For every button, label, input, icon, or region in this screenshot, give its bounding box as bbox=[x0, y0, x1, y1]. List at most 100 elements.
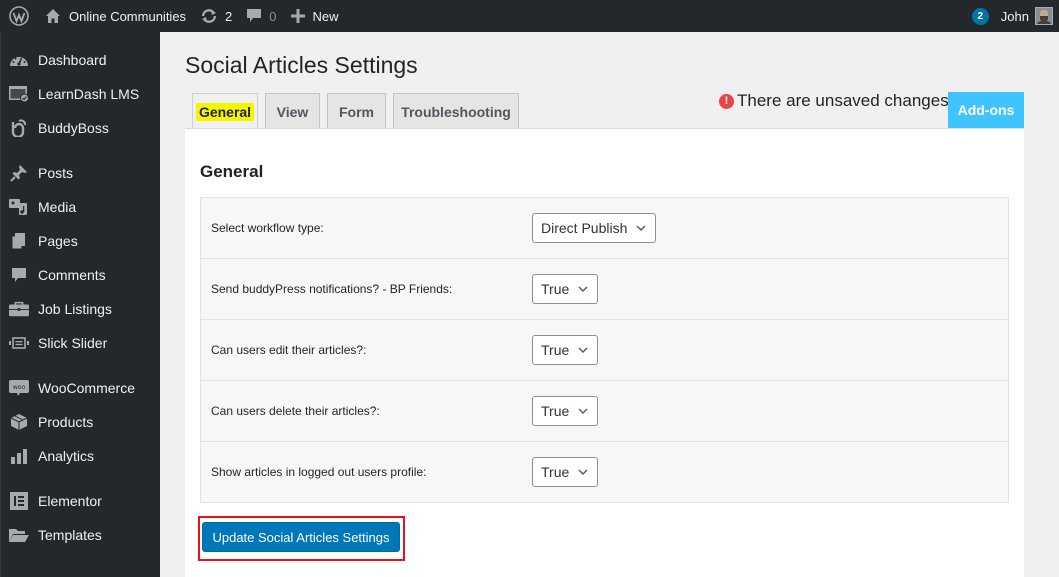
sidebar-item-label: BuddyBoss bbox=[38, 120, 109, 136]
sidebar-item-comments[interactable]: Comments bbox=[1, 258, 161, 292]
user-name[interactable]: John bbox=[1001, 9, 1029, 24]
updates-icon bbox=[200, 8, 218, 24]
wordpress-logo-icon bbox=[9, 6, 29, 26]
comments-count: 0 bbox=[269, 8, 277, 24]
edit-articles-select[interactable]: True bbox=[532, 335, 599, 365]
tab-troubleshooting[interactable]: Troubleshooting bbox=[393, 93, 519, 129]
learndash-icon bbox=[9, 84, 29, 104]
highlight-annotation-box: Update Social Articles Settings bbox=[198, 516, 405, 561]
site-name: Online Communities bbox=[69, 8, 187, 24]
admin-sidebar: Dashboard LearnDash LMS BuddyBoss Posts … bbox=[0, 32, 160, 577]
setting-row-workflow: Select workflow type: Direct Publish bbox=[201, 198, 1008, 258]
new-label: New bbox=[312, 8, 339, 24]
sidebar-item-label: Comments bbox=[38, 267, 106, 283]
tab-general[interactable]: General bbox=[192, 93, 258, 130]
admin-bar: Online Communities 2 0 New 2 John bbox=[0, 0, 1059, 32]
chevron-down-icon bbox=[635, 222, 647, 234]
svg-text:woo: woo bbox=[13, 384, 26, 391]
sidebar-item-media[interactable]: Media bbox=[1, 190, 161, 224]
setting-row-logged-out-profile: Show articles in logged out users profil… bbox=[201, 441, 1008, 502]
sidebar-item-label: Dashboard bbox=[38, 52, 107, 68]
sidebar-item-products[interactable]: Products bbox=[1, 405, 161, 439]
sidebar-item-label: Job Listings bbox=[38, 301, 112, 317]
updates-count: 2 bbox=[225, 8, 233, 24]
sidebar-item-posts[interactable]: Posts bbox=[1, 156, 161, 190]
settings-tabs: General View Form Troubleshooting bbox=[192, 93, 526, 130]
setting-label: Can users delete their articles?: bbox=[211, 404, 380, 418]
chevron-down-icon bbox=[577, 283, 589, 295]
chevron-down-icon bbox=[577, 466, 589, 478]
sidebar-item-learndash-lms[interactable]: LearnDash LMS bbox=[1, 77, 161, 111]
workflow-type-select[interactable]: Direct Publish bbox=[532, 213, 657, 243]
updates-link[interactable]: 2 bbox=[193, 0, 239, 32]
briefcase-icon bbox=[9, 299, 29, 319]
sidebar-item-label: Slick Slider bbox=[38, 335, 108, 351]
sidebar-item-label: LearnDash LMS bbox=[38, 86, 140, 102]
woocommerce-icon: woo bbox=[9, 378, 29, 398]
tab-label: View bbox=[276, 103, 309, 120]
elementor-icon bbox=[9, 491, 29, 511]
delete-articles-select[interactable]: True bbox=[532, 396, 599, 426]
bar-chart-icon bbox=[9, 446, 29, 466]
comments-icon bbox=[9, 265, 29, 285]
slider-icon bbox=[9, 333, 29, 353]
folder-icon bbox=[9, 525, 29, 545]
comments-link[interactable]: 0 bbox=[239, 0, 283, 32]
home-icon bbox=[45, 8, 61, 24]
sidebar-item-analytics[interactable]: Analytics bbox=[1, 439, 161, 473]
media-icon bbox=[9, 197, 29, 217]
tab-view[interactable]: View bbox=[265, 93, 320, 129]
sidebar-item-job-listings[interactable]: Job Listings bbox=[1, 292, 161, 326]
sidebar-item-elementor[interactable]: Elementor bbox=[1, 484, 161, 518]
setting-row-delete-articles: Can users delete their articles?: True bbox=[201, 380, 1008, 441]
settings-table: Select workflow type: Direct Publish Sen… bbox=[200, 197, 1009, 503]
settings-panel: General Select workflow type: Direct Pub… bbox=[185, 128, 1024, 577]
pushpin-icon bbox=[9, 163, 29, 183]
unsaved-changes-text: There are unsaved changes bbox=[737, 91, 949, 110]
select-value: True bbox=[541, 464, 570, 480]
select-value: True bbox=[541, 403, 570, 419]
sidebar-item-label: Posts bbox=[38, 165, 74, 181]
site-name-link[interactable]: Online Communities bbox=[37, 0, 193, 32]
sidebar-item-label: Pages bbox=[38, 233, 78, 249]
sidebar-item-buddyboss[interactable]: BuddyBoss bbox=[1, 111, 161, 145]
select-value: Direct Publish bbox=[541, 220, 628, 236]
wordpress-logo-button[interactable] bbox=[1, 0, 37, 32]
sidebar-item-woocommerce[interactable]: woo WooCommerce bbox=[1, 371, 161, 405]
sidebar-item-label: Media bbox=[38, 199, 77, 215]
page-title: Social Articles Settings bbox=[185, 52, 418, 78]
setting-label: Select workflow type: bbox=[211, 221, 324, 235]
sidebar-item-label: WooCommerce bbox=[38, 380, 135, 396]
select-value: True bbox=[541, 342, 570, 358]
new-content-link[interactable]: New bbox=[284, 0, 346, 32]
notifications-badge[interactable]: 2 bbox=[971, 7, 989, 25]
pages-icon bbox=[9, 231, 29, 251]
select-value: True bbox=[541, 281, 570, 297]
chevron-down-icon bbox=[577, 344, 589, 356]
plus-icon bbox=[290, 9, 305, 23]
tab-label: General bbox=[195, 103, 255, 121]
setting-row-edit-articles: Can users edit their articles?: True bbox=[201, 319, 1008, 380]
sidebar-item-templates[interactable]: Templates bbox=[1, 518, 161, 552]
tab-form[interactable]: Form bbox=[327, 93, 386, 129]
sidebar-item-dashboard[interactable]: Dashboard bbox=[1, 43, 161, 77]
setting-label: Can users edit their articles?: bbox=[211, 343, 367, 357]
sidebar-item-label: Elementor bbox=[38, 493, 102, 509]
chevron-down-icon bbox=[577, 405, 589, 417]
user-avatar[interactable] bbox=[1035, 7, 1053, 25]
update-settings-button[interactable]: Update Social Articles Settings bbox=[202, 522, 400, 552]
sidebar-item-pages[interactable]: Pages bbox=[1, 224, 161, 258]
tab-label: Troubleshooting bbox=[401, 103, 511, 120]
warning-icon: ! bbox=[719, 93, 734, 109]
setting-label: Send buddyPress notifications? - BP Frie… bbox=[211, 282, 453, 296]
tab-label: Form bbox=[339, 103, 374, 120]
bp-notifications-select[interactable]: True bbox=[532, 274, 599, 304]
box-icon bbox=[9, 412, 29, 432]
setting-row-bp-notifications: Send buddyPress notifications? - BP Frie… bbox=[201, 258, 1008, 319]
addons-button[interactable]: Add-ons bbox=[948, 92, 1024, 128]
buddyboss-icon bbox=[9, 118, 29, 138]
logged-out-profile-select[interactable]: True bbox=[532, 457, 599, 487]
sidebar-item-slick-slider[interactable]: Slick Slider bbox=[1, 326, 161, 360]
unsaved-changes-notice: ! There are unsaved changes bbox=[719, 91, 949, 111]
section-title: General bbox=[200, 162, 264, 181]
